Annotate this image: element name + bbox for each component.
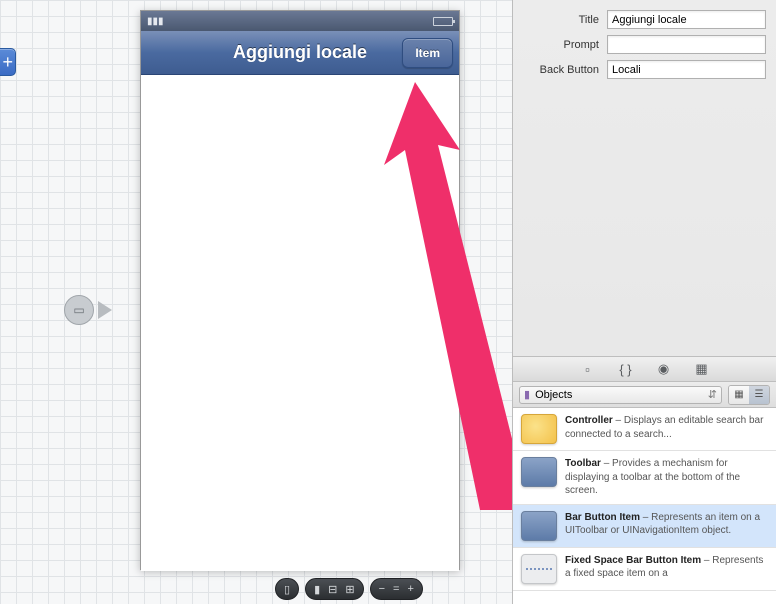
chevron-right-icon [98, 301, 112, 319]
view-toggle: ▦ ☰ [728, 385, 770, 405]
library-tab-strip: ▫ { } ◉ ▦ [513, 356, 776, 382]
toolbar-icon [521, 457, 557, 487]
layout-pill[interactable]: ▮ ⊟ ⊞ [305, 578, 364, 600]
navigation-bar[interactable]: Aggiungi locale Item [141, 31, 459, 75]
book-icon: ▮ [524, 388, 530, 401]
battery-icon [433, 17, 453, 26]
segue-arrow[interactable]: ▭ [64, 290, 134, 330]
lib-item-title: Fixed Space Bar Button Item [565, 555, 701, 566]
segue-icon: ▭ [64, 295, 94, 325]
back-button-label: Back Button [523, 64, 607, 76]
storyboard-canvas[interactable]: + ▭ ▮▮▮ Aggiungi locale Item ▯ ▮ ⊟ ⊞ − =… [0, 0, 512, 604]
attributes-form: Title Prompt Back Button [513, 0, 776, 89]
zoom-out-icon: − [379, 583, 385, 595]
lib-item-title: Bar Button Item [565, 512, 640, 523]
layout-icon-1: ▮ [314, 583, 320, 596]
bar-button-item-icon [521, 511, 557, 541]
nav-title: Aggiungi locale [233, 42, 367, 63]
zoom-pill[interactable]: − = + [370, 578, 423, 600]
layout-icon-2: ⊟ [328, 583, 337, 596]
title-label: Title [523, 14, 607, 26]
lib-item-title: Toolbar [565, 458, 601, 469]
phone-icon: ▯ [284, 583, 290, 596]
tab-braces-icon[interactable]: { } [617, 360, 635, 378]
inspector-panel: Title Prompt Back Button ▫ { } ◉ ▦ ▮ Obj… [512, 0, 776, 604]
status-bar: ▮▮▮ [141, 11, 459, 31]
tab-cube-icon[interactable]: ◉ [655, 360, 673, 378]
list-item[interactable]: Bar Button Item – Represents an item on … [513, 505, 776, 548]
canvas-toolbar: ▯ ▮ ⊟ ⊞ − = + [275, 578, 423, 600]
title-field[interactable] [607, 10, 766, 29]
device-pill[interactable]: ▯ [275, 578, 299, 600]
list-item[interactable]: Controller – Displays an editable search… [513, 408, 776, 451]
library-filter-bar: ▮ Objects ⇵ ▦ ☰ [513, 382, 776, 408]
list-item[interactable]: Toolbar – Provides a mechanism for displ… [513, 451, 776, 505]
add-button[interactable]: + [0, 48, 16, 76]
list-view-button[interactable]: ☰ [749, 386, 769, 404]
zoom-fit-icon: = [393, 583, 399, 595]
object-library-list[interactable]: Controller – Displays an editable search… [513, 408, 776, 604]
tab-file-icon[interactable]: ▫ [579, 360, 597, 378]
prompt-label: Prompt [523, 39, 607, 51]
tab-media-icon[interactable]: ▦ [693, 360, 711, 378]
dropdown-arrows-icon: ⇵ [708, 388, 717, 401]
lib-item-title: Controller [565, 415, 613, 426]
carrier-icon: ▮▮▮ [147, 16, 164, 27]
objects-label: Objects [535, 389, 572, 401]
back-button-field[interactable] [607, 60, 766, 79]
prompt-field[interactable] [607, 35, 766, 54]
list-item[interactable]: Fixed Space Bar Button Item – Represents… [513, 548, 776, 591]
iphone-scene[interactable]: ▮▮▮ Aggiungi locale Item [140, 10, 460, 570]
grid-view-button[interactable]: ▦ [729, 386, 749, 404]
zoom-in-icon: + [407, 583, 413, 595]
layout-icon-3: ⊞ [345, 583, 354, 596]
fixed-space-icon [521, 554, 557, 584]
search-controller-icon [521, 414, 557, 444]
objects-dropdown[interactable]: ▮ Objects ⇵ [519, 386, 722, 404]
view-content[interactable] [141, 75, 459, 571]
bar-button-item[interactable]: Item [402, 38, 453, 68]
